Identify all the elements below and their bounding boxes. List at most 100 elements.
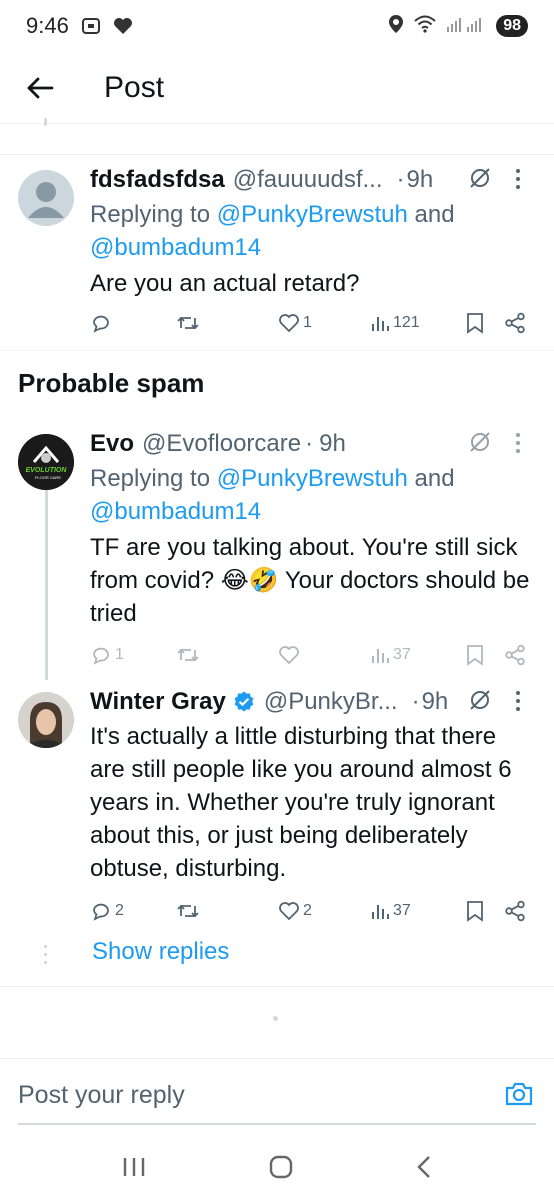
back-button[interactable] <box>0 52 80 124</box>
comment-icon <box>93 647 109 665</box>
bookmark-icon <box>467 645 483 666</box>
author-handle[interactable]: @PunkyBr... <box>264 688 398 716</box>
analytics-icon <box>372 317 389 331</box>
bookmark-button[interactable] <box>466 644 484 666</box>
winter-gray-avatar[interactable] <box>18 692 74 748</box>
like-button[interactable]: 2 <box>278 901 312 921</box>
repost-button[interactable] <box>176 644 203 666</box>
bookmark-button[interactable] <box>466 312 484 334</box>
more-options-icon[interactable] <box>508 686 528 716</box>
reply-post[interactable]: fdsfadsfdsa @fauuuudsf... · 9h Replying … <box>0 156 554 350</box>
mention-link[interactable]: @bumbadum14 <box>90 498 261 525</box>
bookmark-icon <box>467 313 483 334</box>
like-button[interactable] <box>278 645 303 665</box>
grok-icon[interactable] <box>468 430 492 459</box>
system-nav-bar <box>0 1138 554 1200</box>
post-time[interactable]: 9h <box>319 430 346 458</box>
bookmark-icon <box>467 901 483 922</box>
home-icon <box>269 1155 293 1178</box>
repost-icon <box>177 904 199 918</box>
status-time: 9:46 <box>26 13 69 38</box>
divider <box>0 154 554 155</box>
reply-count: 1 <box>115 646 124 663</box>
share-button[interactable] <box>504 312 526 334</box>
camera-icon <box>505 1082 533 1106</box>
author-name[interactable]: fdsfadsfdsa <box>90 166 225 194</box>
more-options-icon[interactable] <box>508 164 528 194</box>
back-nav-button[interactable] <box>415 1154 433 1185</box>
screenshot-icon <box>81 16 101 36</box>
input-underline <box>18 1123 536 1125</box>
author-name[interactable]: Evo <box>90 430 134 458</box>
divider <box>0 986 554 987</box>
page-title: Post <box>104 70 165 104</box>
recent-apps-button[interactable] <box>121 1155 147 1184</box>
replying-to: Replying to @PunkyBrewstuh and @bumbadum… <box>90 198 534 264</box>
replying-prefix: Replying to <box>90 201 217 228</box>
replying-prefix: Replying to <box>90 465 217 492</box>
default-avatar[interactable] <box>18 170 74 226</box>
analytics-icon <box>372 905 389 919</box>
author-handle[interactable]: @fauuuudsf... <box>233 166 383 194</box>
camera-button[interactable] <box>504 1081 534 1112</box>
home-button[interactable] <box>268 1154 294 1185</box>
separator: · <box>305 430 314 457</box>
status-bar: 9:46 98 <box>0 0 554 52</box>
mention-link[interactable]: @PunkyBrewstuh <box>217 201 408 228</box>
evo-avatar[interactable]: EVOLUTION FLOOR CARE <box>18 434 74 490</box>
reply-input[interactable]: Post your reply <box>18 1081 185 1110</box>
separator: · <box>411 688 420 715</box>
views-button[interactable]: 37 <box>370 901 411 921</box>
post-text: Are you an actual retard? <box>90 270 360 297</box>
thread-connector <box>44 945 47 964</box>
avatar-text: EVOLUTION <box>26 467 68 474</box>
share-icon <box>505 644 525 666</box>
grok-icon[interactable] <box>468 688 492 717</box>
replying-to: Replying to @PunkyBrewstuh and @bumbadum… <box>90 462 534 528</box>
post-time[interactable]: 9h <box>422 688 449 716</box>
like-button[interactable]: 1 <box>278 313 312 333</box>
replying-and: and <box>407 465 455 492</box>
author-handle[interactable]: @Evofloorcare <box>142 430 301 458</box>
post-time[interactable]: 9h <box>407 166 434 194</box>
signal-icon <box>446 15 486 38</box>
views-button[interactable]: 37 <box>370 645 411 665</box>
comment-icon <box>93 315 109 333</box>
heart-icon <box>279 314 299 333</box>
replying-and: and <box>407 201 455 228</box>
post-text: TF are you talking about. You're still s… <box>90 534 530 627</box>
mention-link[interactable]: @PunkyBrewstuh <box>217 465 408 492</box>
reply-composer: Post your reply <box>0 1058 554 1138</box>
verified-badge-icon <box>232 690 256 714</box>
repost-button[interactable] <box>176 900 203 922</box>
reply-post[interactable]: Winter Gray @PunkyBr... · 9h It's actual… <box>0 682 554 932</box>
mention-link[interactable]: @bumbadum14 <box>90 234 261 261</box>
thread-connector <box>44 118 47 126</box>
separator: · <box>396 166 405 193</box>
wifi-icon <box>414 15 436 38</box>
bookmark-button[interactable] <box>466 900 484 922</box>
heart-status-icon <box>113 17 133 35</box>
reply-button[interactable] <box>90 312 115 334</box>
post-text: It's actually a little disturbing that t… <box>90 723 512 882</box>
reply-button[interactable]: 2 <box>90 900 124 922</box>
share-button[interactable] <box>504 900 526 922</box>
views-button[interactable]: 121 <box>370 313 420 333</box>
recents-icon <box>123 1157 144 1176</box>
loading-indicator <box>273 1016 278 1021</box>
grok-icon[interactable] <box>468 166 492 195</box>
reply-count: 2 <box>115 902 124 919</box>
show-replies-link[interactable]: Show replies <box>92 938 229 966</box>
comment-icon <box>93 903 109 921</box>
repost-button[interactable] <box>176 312 203 334</box>
like-count: 2 <box>303 902 312 919</box>
more-options-icon[interactable] <box>508 428 528 458</box>
top-app-bar: Post <box>0 52 554 124</box>
heart-icon <box>279 646 299 665</box>
reply-button[interactable]: 1 <box>90 644 124 666</box>
reply-post[interactable]: EVOLUTION FLOOR CARE Evo @Evofloorcare ·… <box>0 420 554 680</box>
view-count: 121 <box>393 314 420 331</box>
author-name[interactable]: Winter Gray <box>90 688 226 716</box>
repost-icon <box>177 648 199 662</box>
share-button[interactable] <box>504 644 526 666</box>
